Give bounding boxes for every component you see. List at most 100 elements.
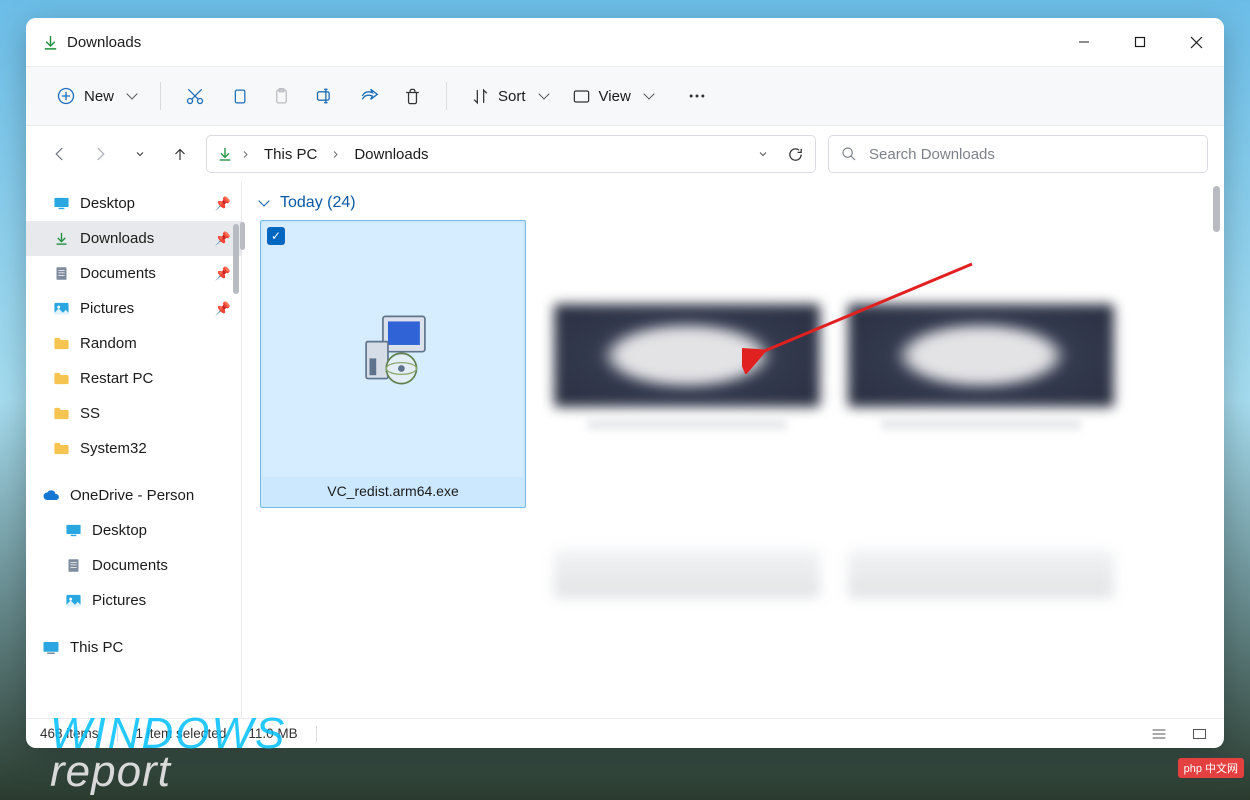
desktop-icon [52, 195, 70, 212]
file-tile-blurred[interactable] [848, 550, 1114, 620]
installer-icon [351, 308, 435, 392]
sidebar-item-label: This PC [70, 639, 123, 656]
sidebar-item-restart-pc[interactable]: Restart PC [26, 361, 241, 396]
download-icon [42, 34, 59, 51]
sidebar-item-onedrive-desktop[interactable]: Desktop [26, 513, 241, 548]
sidebar-item-onedrive-pictures[interactable]: Pictures [26, 583, 241, 618]
checkmark-icon[interactable]: ✓ [267, 227, 285, 245]
file-name: VC_redist.arm64.exe [319, 477, 467, 505]
recent-locations-button[interactable] [126, 138, 154, 170]
file-list[interactable]: Today (24) ✓ [242, 182, 1224, 718]
sidebar-item-downloads[interactable]: Downloads 📌 [26, 221, 241, 256]
sidebar-item-label: Documents [80, 265, 156, 282]
sidebar-item-label: Desktop [80, 195, 135, 212]
minimize-button[interactable] [1056, 18, 1112, 66]
file-thumbnail [263, 223, 523, 477]
content-scrollbar[interactable] [1213, 186, 1220, 232]
group-header-today[interactable]: Today (24) [260, 194, 1220, 212]
address-row: This PC Downloads [26, 126, 1224, 182]
pin-icon: 📌 [215, 231, 231, 247]
breadcrumb-root[interactable]: This PC [258, 142, 323, 167]
paste-button[interactable] [262, 76, 301, 116]
pictures-icon [52, 300, 70, 317]
breadcrumb-current[interactable]: Downloads [348, 142, 434, 167]
delete-button[interactable] [393, 76, 432, 116]
pin-icon: 📌 [215, 266, 231, 282]
folder-icon [52, 336, 70, 351]
new-label: New [84, 88, 114, 105]
sidebar-item-desktop[interactable]: Desktop 📌 [26, 186, 241, 221]
search-input[interactable] [867, 145, 1195, 164]
view-button[interactable]: View [562, 76, 663, 116]
pin-icon: 📌 [215, 196, 231, 212]
file-tile-blurred[interactable] [554, 220, 820, 430]
rename-button[interactable] [305, 76, 345, 116]
download-icon [52, 231, 70, 246]
back-button[interactable] [46, 138, 74, 170]
sidebar-item-label: Restart PC [80, 370, 153, 387]
search-box[interactable] [828, 135, 1208, 173]
close-button[interactable] [1168, 18, 1224, 66]
onedrive-icon [42, 489, 60, 502]
toolbar-separator [446, 82, 447, 110]
ellipsis-icon [687, 86, 707, 106]
view-icon [572, 87, 591, 106]
sidebar-scrollbar[interactable] [233, 224, 239, 294]
share-icon [359, 86, 379, 106]
search-icon [841, 146, 857, 162]
address-bar[interactable]: This PC Downloads [206, 135, 816, 173]
file-explorer-window: Downloads New [26, 18, 1224, 748]
sidebar-item-label: OneDrive - Person [70, 487, 194, 504]
more-button[interactable] [677, 76, 717, 116]
sidebar-item-random[interactable]: Random [26, 326, 241, 361]
view-label: View [599, 88, 631, 105]
copy-button[interactable] [219, 76, 258, 116]
up-button[interactable] [166, 138, 194, 170]
scissors-icon [185, 86, 205, 106]
forward-button[interactable] [86, 138, 114, 170]
watermark-phpcn: php 中文网 [1178, 758, 1244, 778]
blurred-thumbnail [554, 550, 820, 598]
window-title: Downloads [67, 34, 141, 51]
navigation-pane[interactable]: Desktop 📌 Downloads 📌 Documents 📌 [26, 182, 241, 718]
file-tiles-container: ✓ VC_redist.arm64.exe [260, 220, 1220, 620]
chevron-right-icon[interactable] [331, 150, 340, 159]
sort-label: Sort [498, 88, 526, 105]
new-button[interactable]: New [46, 76, 146, 116]
rename-icon [315, 86, 335, 106]
sort-button[interactable]: Sort [461, 76, 558, 116]
cut-button[interactable] [175, 76, 215, 116]
sidebar-item-system32[interactable]: System32 [26, 431, 241, 466]
document-icon [64, 557, 82, 574]
sidebar-item-label: Random [80, 335, 137, 352]
file-tile-blurred[interactable] [848, 220, 1114, 430]
thumbnails-view-button[interactable] [1188, 724, 1210, 744]
details-view-button[interactable] [1148, 724, 1170, 744]
sidebar-item-ss[interactable]: SS [26, 396, 241, 431]
window-controls [1056, 18, 1224, 66]
plus-circle-icon [56, 86, 76, 106]
document-icon [52, 265, 70, 282]
explorer-body: Desktop 📌 Downloads 📌 Documents 📌 [26, 182, 1224, 718]
sidebar-item-pictures[interactable]: Pictures 📌 [26, 291, 241, 326]
share-button[interactable] [349, 76, 389, 116]
titlebar: Downloads [26, 18, 1224, 66]
refresh-button[interactable] [781, 140, 809, 168]
sidebar-item-onedrive-documents[interactable]: Documents [26, 548, 241, 583]
sidebar-item-this-pc[interactable]: This PC [26, 630, 241, 665]
trash-icon [403, 87, 422, 106]
sidebar-item-label: System32 [80, 440, 147, 457]
file-tile-blurred[interactable] [554, 550, 820, 620]
sidebar-item-onedrive[interactable]: OneDrive - Person [26, 478, 241, 513]
blurred-caption [881, 419, 1081, 430]
sidebar-item-documents[interactable]: Documents 📌 [26, 256, 241, 291]
file-tile-selected[interactable]: ✓ VC_redist.arm64.exe [260, 220, 526, 508]
sidebar-item-label: SS [80, 405, 100, 422]
address-dropdown-button[interactable] [749, 140, 777, 168]
folder-icon [52, 371, 70, 386]
chevron-right-icon[interactable] [241, 150, 250, 159]
command-toolbar: New [26, 66, 1224, 126]
sidebar-item-label: Pictures [92, 592, 146, 609]
maximize-button[interactable] [1112, 18, 1168, 66]
chevron-down-icon [258, 195, 269, 206]
